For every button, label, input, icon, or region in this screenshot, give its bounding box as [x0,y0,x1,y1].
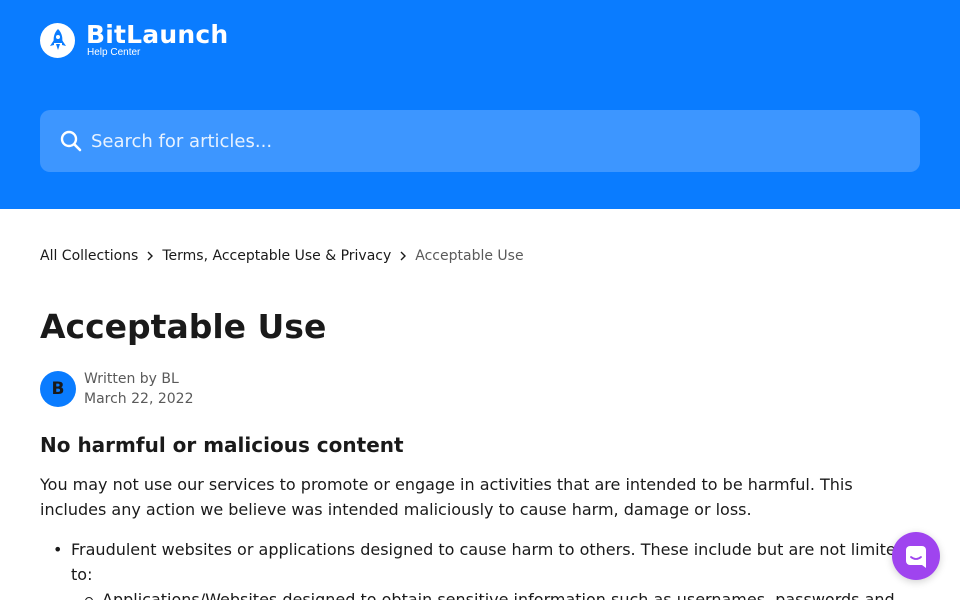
breadcrumb: All Collections Terms, Acceptable Use & … [40,246,524,266]
article-list: Fraudulent websites or applications desi… [40,537,910,600]
search-input[interactable] [91,121,920,161]
breadcrumb-current: Acceptable Use [415,248,524,264]
article-paragraph: You may not use our services to promote … [40,475,853,519]
brand-subtitle: Help Center [87,47,141,58]
help-center-header: BitLaunch Help Center [0,0,960,209]
author-info: B Written by BL March 22, 2022 [40,369,193,409]
brand-name: BitLaunch [86,20,229,49]
breadcrumb-all-collections[interactable]: All Collections [40,246,138,266]
article-title: Acceptable Use [40,307,327,346]
chevron-right-icon [138,251,162,261]
chat-icon [903,543,929,569]
section-heading: No harmful or malicious content [40,433,404,457]
chevron-right-icon [391,251,415,261]
brand-text: BitLaunch Help Center [86,22,228,58]
chat-launcher-button[interactable] [892,532,940,580]
breadcrumb-collection[interactable]: Terms, Acceptable Use & Privacy [162,246,391,266]
author-meta: Written by BL March 22, 2022 [84,369,193,409]
search-bar[interactable] [40,110,920,172]
written-by: Written by BL [84,371,179,387]
avatar: B [40,371,76,407]
article-date: March 22, 2022 [84,391,194,407]
rocket-icon [40,22,75,58]
list-item: Fraudulent websites or applications desi… [40,537,910,587]
search-icon [59,129,83,153]
sub-list-item: Applications/Websites designed to obtain… [40,587,910,600]
brand-logo-link[interactable]: BitLaunch Help Center [40,22,228,58]
